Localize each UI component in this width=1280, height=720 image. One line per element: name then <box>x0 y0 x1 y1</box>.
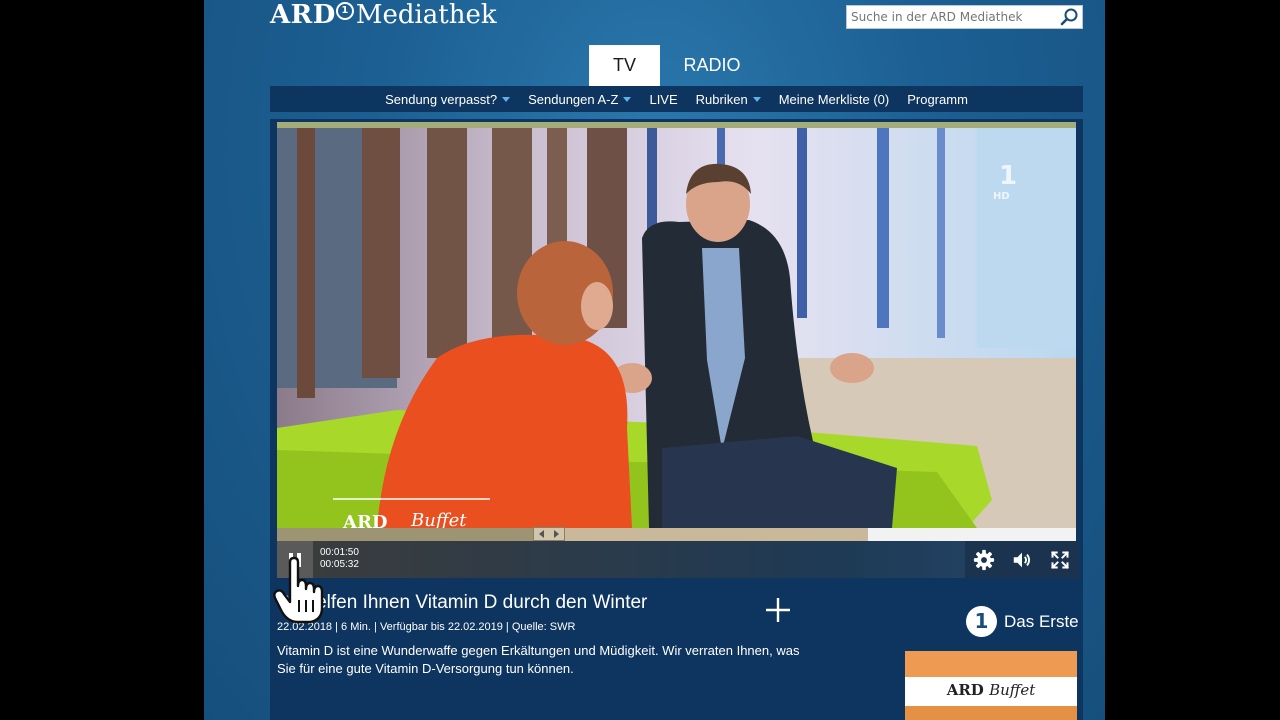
search-icon[interactable] <box>1058 7 1080 27</box>
chevron-down-icon <box>623 96 632 102</box>
nav-label: Programm <box>907 91 968 107</box>
channel-bug-one-icon: 1 <box>999 161 1017 191</box>
channel-bug-hd: HD <box>993 191 1010 202</box>
scene-host-face <box>581 282 613 330</box>
related-thumbnail[interactable]: ARD Buffet <box>905 651 1077 720</box>
nav-label: Sendungen A-Z <box>528 91 619 107</box>
media-tabs: TV RADIO <box>589 45 764 86</box>
nav-label: Rubriken <box>695 91 748 107</box>
seek-bar[interactable] <box>277 527 1076 541</box>
seek-handle[interactable] <box>532 527 565 541</box>
channel-name: Das Erste <box>1004 611 1079 631</box>
nav-sendungen-a-z[interactable]: Sendungen A-Z <box>519 92 640 107</box>
channel-logo[interactable]: 1 Das Erste <box>966 606 1079 637</box>
nav-merkliste[interactable]: Meine Merkliste (0) <box>770 92 899 107</box>
player-controls: 00:01:50 00:05:32 <box>277 541 1079 578</box>
scene-slat <box>427 128 467 358</box>
main-navigation: Sendung verpasst? Sendungen A-Z LIVE Rub… <box>270 86 1083 112</box>
settings-button[interactable] <box>965 541 1003 578</box>
thumbnail-logo-ard: ARD <box>946 681 984 699</box>
logo-mediathek: Mediathek <box>355 0 497 30</box>
thumbnail-logo: ARD Buffet <box>905 681 1077 699</box>
nav-label: Sendung verpasst? <box>385 91 498 107</box>
add-to-watchlist-icon[interactable] <box>764 596 792 624</box>
thumbnail-logo-buffet: Buffet <box>989 681 1036 699</box>
tab-radio[interactable]: RADIO <box>660 45 764 86</box>
gear-icon <box>973 549 995 570</box>
mediathek-page: ARD1Mediathek TV RADIO Sendung verpasst?… <box>204 0 1105 720</box>
video-scene: 1 HD ARD Buffet <box>277 128 1076 528</box>
speaker-icon <box>1013 552 1031 567</box>
video-frame[interactable]: 1 HD ARD Buffet <box>277 128 1076 528</box>
fullscreen-button[interactable] <box>1041 541 1079 578</box>
episode-description: Vitamin D ist eine Wunderwaffe gegen Erk… <box>277 643 800 676</box>
nav-programm[interactable]: Programm <box>898 92 977 107</box>
scene-slat <box>297 128 315 398</box>
logo-one-icon: 1 <box>335 2 354 20</box>
nav-label: LIVE <box>649 91 678 107</box>
nav-label: Meine Merkliste (0) <box>778 91 890 107</box>
overlay-logo-buffet: Buffet <box>410 510 467 528</box>
das-erste-one-icon: 1 <box>966 606 997 637</box>
nav-rubriken[interactable]: Rubriken <box>687 92 770 107</box>
hand-cursor-icon <box>273 556 324 624</box>
search-input[interactable] <box>851 6 1051 28</box>
logo-ard: ARD <box>270 0 336 30</box>
search-box <box>846 5 1083 29</box>
scene-slat <box>877 128 889 328</box>
nav-live[interactable]: LIVE <box>640 92 686 107</box>
arrow-left-icon <box>538 530 544 538</box>
ard-mediathek-logo[interactable]: ARD 1 Mediathek <box>270 0 497 30</box>
scene-guest-hand <box>830 353 874 383</box>
played-range <box>277 528 549 541</box>
scene-slat <box>937 128 945 338</box>
scene-slat <box>362 128 400 378</box>
chevron-down-icon <box>502 96 511 102</box>
tab-tv[interactable]: TV <box>589 45 660 86</box>
chevron-down-icon <box>752 96 761 102</box>
fullscreen-icon <box>1051 550 1069 569</box>
nav-sendung-verpasst[interactable]: Sendung verpasst? <box>376 92 519 107</box>
scene-slat <box>797 128 807 318</box>
volume-button[interactable] <box>1003 541 1041 578</box>
scene-backdrop <box>977 128 1076 348</box>
overlay-logo-ard: ARD <box>342 512 388 528</box>
arrow-right-icon <box>553 530 559 538</box>
